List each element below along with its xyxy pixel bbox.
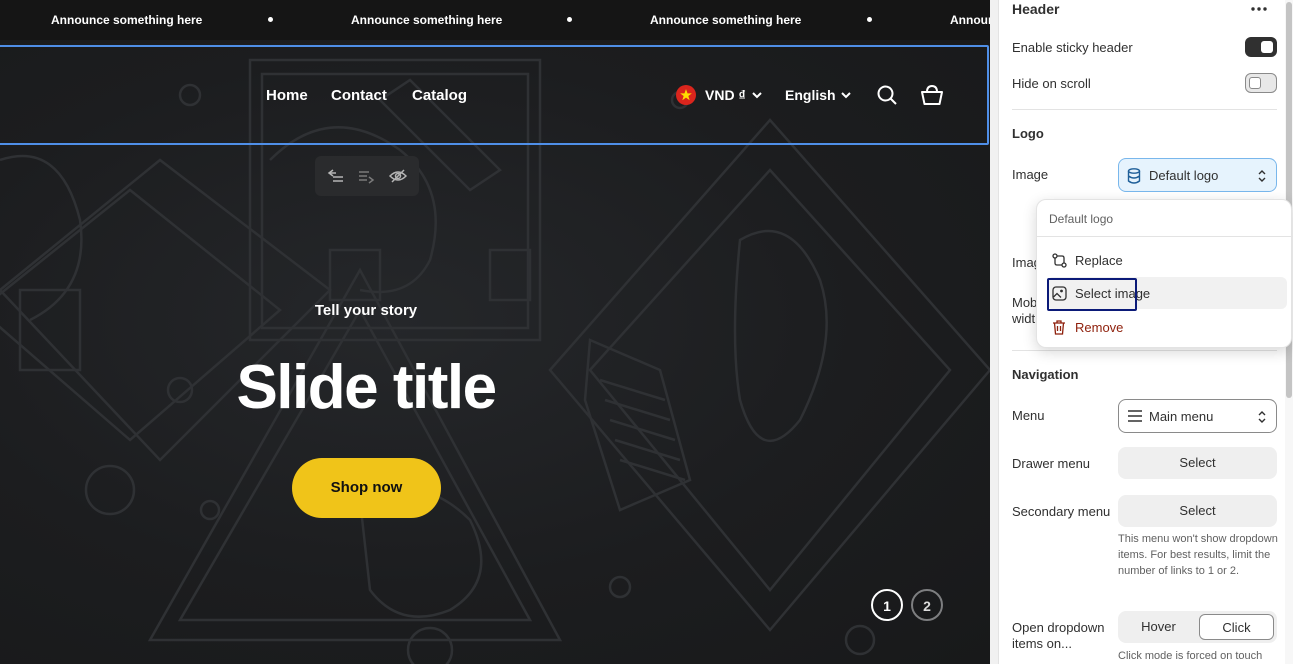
logo-actions-popover: Default logo Replace Select image Remove: [1036, 199, 1293, 348]
sticky-header-label: Enable sticky header: [1012, 40, 1133, 55]
move-right-icon[interactable]: [357, 167, 375, 185]
logo-heading: Logo: [1012, 126, 1044, 141]
announcement-text[interactable]: Announc: [950, 13, 990, 27]
cart-basket-icon[interactable]: [920, 84, 944, 106]
app-root: Announce something here Announce somethi…: [0, 0, 1293, 664]
chevron-down-icon: [841, 92, 851, 99]
nav-link-home[interactable]: Home: [266, 87, 308, 104]
section-toolbar: [315, 156, 419, 196]
vietnam-flag-icon: [676, 85, 696, 105]
replace-menu-item[interactable]: Replace: [1047, 244, 1287, 276]
slide-subheading: Tell your story: [314, 302, 418, 319]
nav-link-catalog[interactable]: Catalog: [412, 87, 467, 104]
toggle-knob: [1261, 41, 1273, 53]
main-menu-select[interactable]: Main menu: [1118, 399, 1277, 433]
section-divider: [1012, 350, 1277, 351]
announcement-text[interactable]: Announce something here: [51, 13, 202, 27]
secondary-menu-select-button[interactable]: Select: [1118, 495, 1277, 527]
drawer-menu-label: Drawer menu: [1012, 456, 1091, 471]
sticky-header-toggle[interactable]: [1245, 37, 1277, 57]
slide-dot-1[interactable]: 1: [871, 589, 903, 621]
announcement-separator: [268, 17, 273, 22]
select-image-label: Select image: [1075, 286, 1151, 301]
hide-eye-icon[interactable]: [389, 167, 407, 185]
open-dropdown-label-2: items on...: [1012, 636, 1072, 651]
remove-menu-item[interactable]: Remove: [1047, 311, 1287, 343]
logo-image-picker[interactable]: Default logo: [1118, 158, 1277, 192]
slide-dot-2[interactable]: 2: [911, 589, 943, 621]
select-image-menu-item[interactable]: Select image: [1047, 277, 1287, 309]
slide-title: Slide title: [236, 353, 497, 422]
panel-title: Header: [1012, 1, 1060, 17]
move-left-icon[interactable]: [327, 167, 345, 185]
toggle-knob: [1249, 77, 1261, 89]
mobile-logo-width-label-partial: Mob: [1012, 295, 1038, 310]
hide-on-scroll-toggle[interactable]: [1245, 73, 1277, 93]
logo-image-label: Image: [1012, 167, 1049, 182]
hide-on-scroll-label: Hide on scroll: [1012, 76, 1091, 91]
currency-selector[interactable]: VND ₫: [705, 87, 746, 103]
section-divider: [1012, 109, 1277, 110]
main-menu-value: Main menu: [1149, 409, 1214, 424]
menu-list-icon: [1128, 410, 1142, 422]
popover-title: Default logo: [1049, 212, 1114, 226]
image-icon: [1052, 286, 1067, 301]
popover-divider: [1037, 236, 1293, 237]
select-arrows-icon: [1258, 411, 1266, 423]
chevron-down-icon: [752, 92, 762, 99]
remove-label: Remove: [1075, 320, 1124, 335]
shop-now-button[interactable]: Shop now: [292, 458, 441, 518]
open-dropdown-label: Open dropdown: [1012, 620, 1105, 635]
click-mode-help: Click mode is forced on touch: [1118, 650, 1263, 662]
drawer-menu-select-button[interactable]: Select: [1118, 447, 1277, 479]
database-icon: [1127, 168, 1141, 184]
theme-preview: Announce something here Announce somethi…: [0, 0, 990, 664]
announcement-text[interactable]: Announce something here: [650, 13, 801, 27]
replace-icon: [1052, 253, 1067, 268]
secondary-menu-label: Secondary menu: [1012, 504, 1111, 519]
option-click[interactable]: Click: [1199, 614, 1274, 640]
logo-image-value: Default logo: [1149, 168, 1219, 183]
open-dropdown-segmented-control: Hover Click: [1118, 611, 1277, 643]
panel-gutter: [990, 0, 998, 664]
option-hover[interactable]: Hover: [1121, 614, 1196, 640]
announcement-bar: Announce something here Announce somethi…: [0, 0, 990, 40]
replace-label: Replace: [1075, 253, 1123, 268]
announcement-separator: [867, 17, 872, 22]
menu-label: Menu: [1012, 408, 1045, 423]
announcement-separator: [567, 17, 572, 22]
more-options-icon[interactable]: [1250, 5, 1268, 13]
language-selector[interactable]: English: [785, 87, 836, 103]
search-icon[interactable]: [876, 84, 898, 106]
announcement-text[interactable]: Announce something here: [351, 13, 502, 27]
secondary-menu-help: This menu won't show dropdown items. For…: [1118, 533, 1278, 577]
trash-icon: [1053, 320, 1065, 335]
nav-link-contact[interactable]: Contact: [331, 87, 387, 104]
navigation-heading: Navigation: [1012, 367, 1079, 382]
select-arrows-icon: [1258, 170, 1266, 182]
mobile-logo-width-label-partial-2: widt: [1012, 311, 1036, 326]
